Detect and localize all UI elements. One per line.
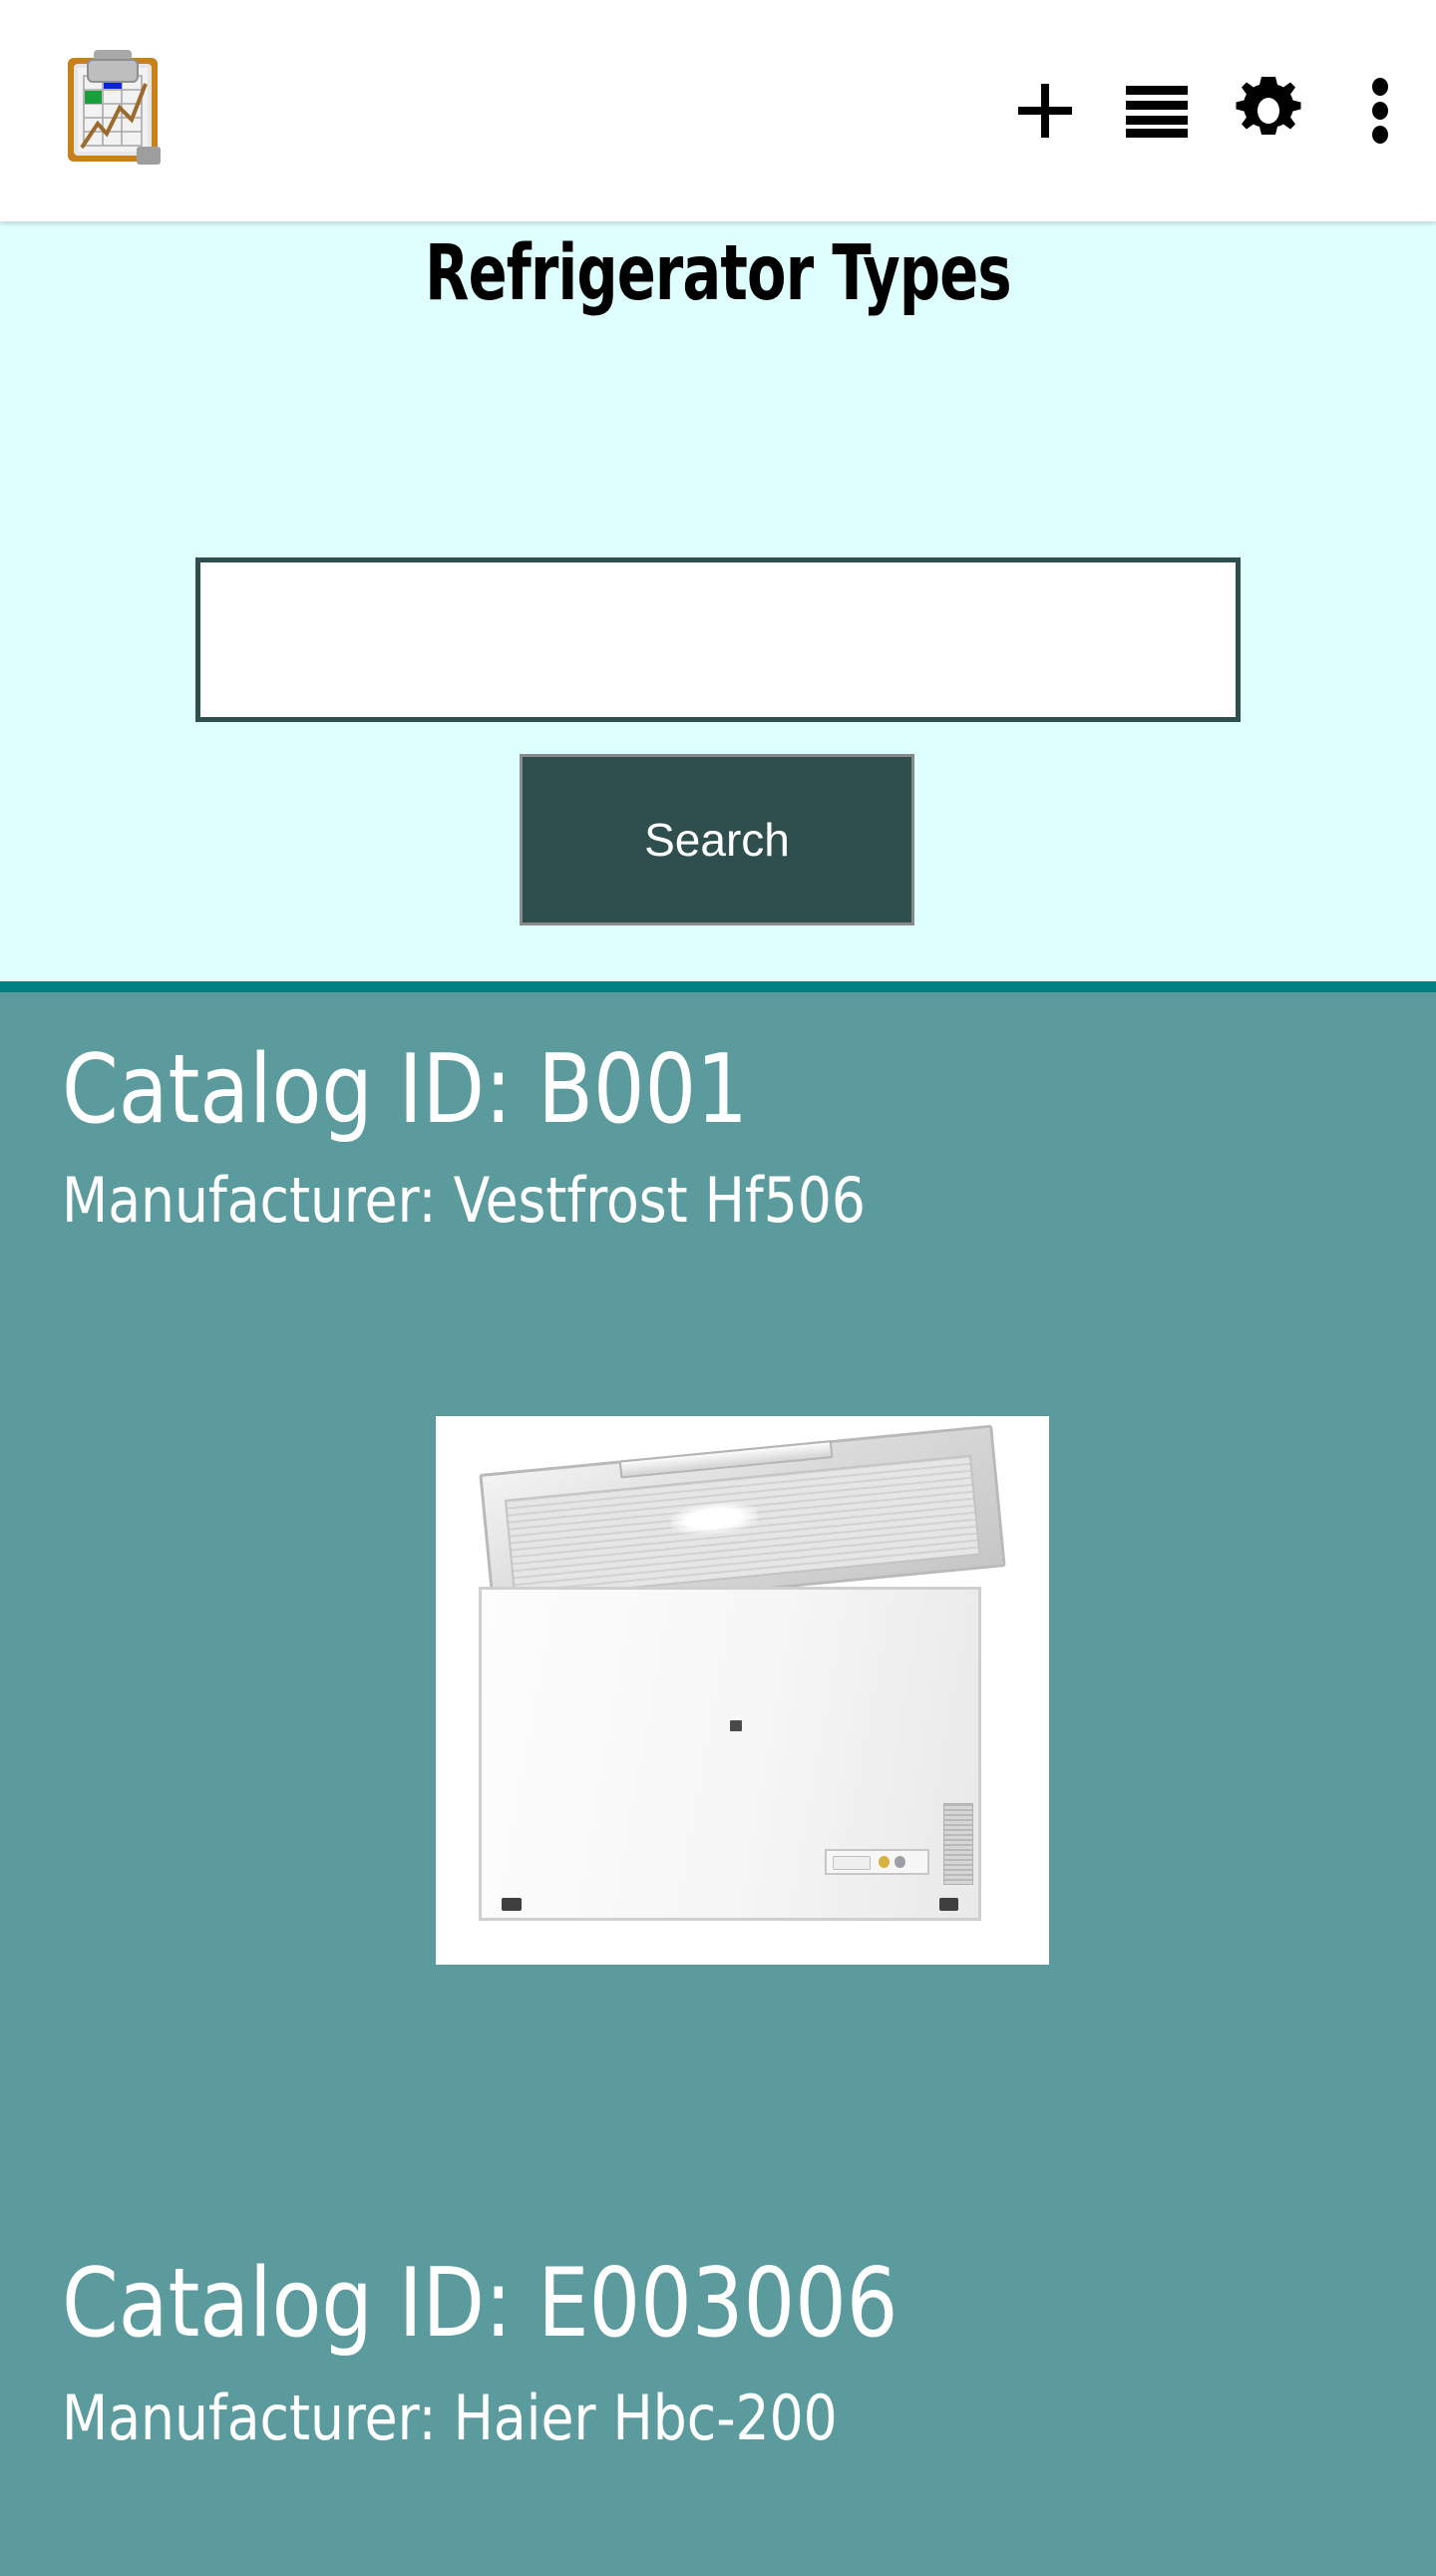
chest-freezer-illustration [436,1416,1049,1965]
overflow-icon[interactable] [1324,0,1436,221]
search-panel: Refrigerator Types Search Prev 10 Showin… [0,221,1436,1901]
results-list: Catalog ID: B001 Manufacturer: Vestfrost… [0,992,1436,2576]
clipboard-chart-icon[interactable] [58,46,168,168]
product-thumbnail[interactable] [436,1416,1049,1965]
app-toolbar [0,0,1436,221]
section-divider [0,981,1436,992]
add-icon[interactable] [989,0,1101,221]
list-item[interactable]: Catalog ID: E003006 Manufacturer: Haier … [0,2054,1436,2576]
catalog-id-label: Catalog ID: B001 [62,1035,748,1145]
page-title: Refrigerator Types [425,229,1011,318]
list-item[interactable]: Catalog ID: B001 Manufacturer: Vestfrost… [0,992,1436,2260]
manufacturer-label: Manufacturer: Haier Hbc-200 [62,2382,838,2454]
catalog-id-label: Catalog ID: E003006 [62,2249,898,2359]
search-input[interactable] [195,557,1241,722]
search-button[interactable]: Search [520,754,914,925]
list-icon[interactable] [1101,0,1213,221]
settings-icon[interactable] [1213,0,1324,221]
manufacturer-label: Manufacturer: Vestfrost Hf506 [62,1164,866,1237]
toolbar-actions [989,0,1436,221]
